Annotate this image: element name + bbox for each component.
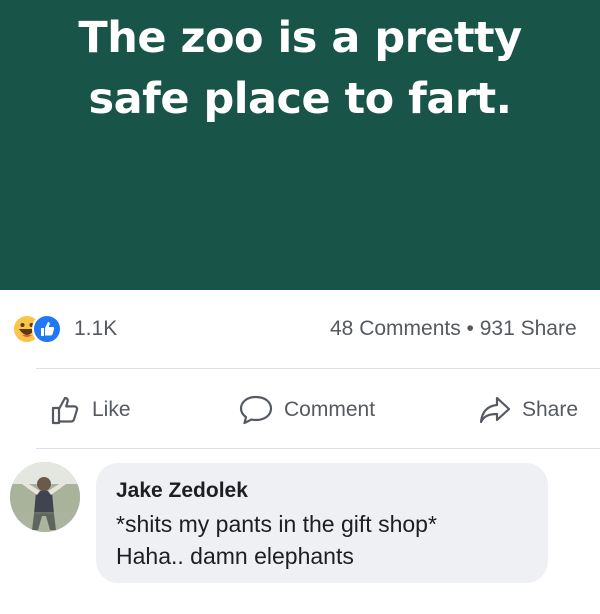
post-stats-bar: 1.1K 48 Comments • 931 Share — [0, 290, 600, 368]
comment-button[interactable]: Comment — [238, 394, 375, 426]
comment-label: Comment — [284, 398, 376, 421]
post-text-line-2: safe place to fart. — [88, 74, 513, 124]
comments-shares-count[interactable]: 48 Comments • 931 Share — [330, 317, 577, 341]
share-label: Share — [522, 398, 579, 421]
like-label: Like — [92, 398, 131, 421]
comment-author[interactable]: Jake Zedolek — [116, 479, 248, 503]
comment-text-line-1: *shits my pants in the gift shop* — [116, 511, 437, 537]
share-arrow-icon — [479, 396, 511, 424]
like-reaction-icon — [32, 314, 62, 344]
like-button[interactable]: Like — [50, 394, 131, 426]
post-background: The zoo is a pretty safe place to fart. — [0, 0, 600, 290]
avatar[interactable] — [10, 462, 80, 532]
reaction-count[interactable]: 1.1K — [74, 317, 117, 341]
post-text-line-1: The zoo is a pretty — [78, 13, 522, 63]
divider — [36, 448, 600, 449]
comment: Jake Zedolek *shits my pants in the gift… — [0, 455, 600, 614]
share-button[interactable]: Share — [478, 394, 578, 426]
post-actions: Like Comment Share — [0, 372, 600, 446]
thumbs-up-icon — [51, 396, 79, 425]
post-text: The zoo is a pretty safe place to fart. — [30, 8, 570, 130]
comment-bubble-icon — [239, 395, 273, 425]
divider — [36, 368, 600, 369]
comment-bubble: Jake Zedolek *shits my pants in the gift… — [96, 463, 548, 583]
comment-text-line-2: Haha.. damn elephants — [116, 543, 354, 569]
